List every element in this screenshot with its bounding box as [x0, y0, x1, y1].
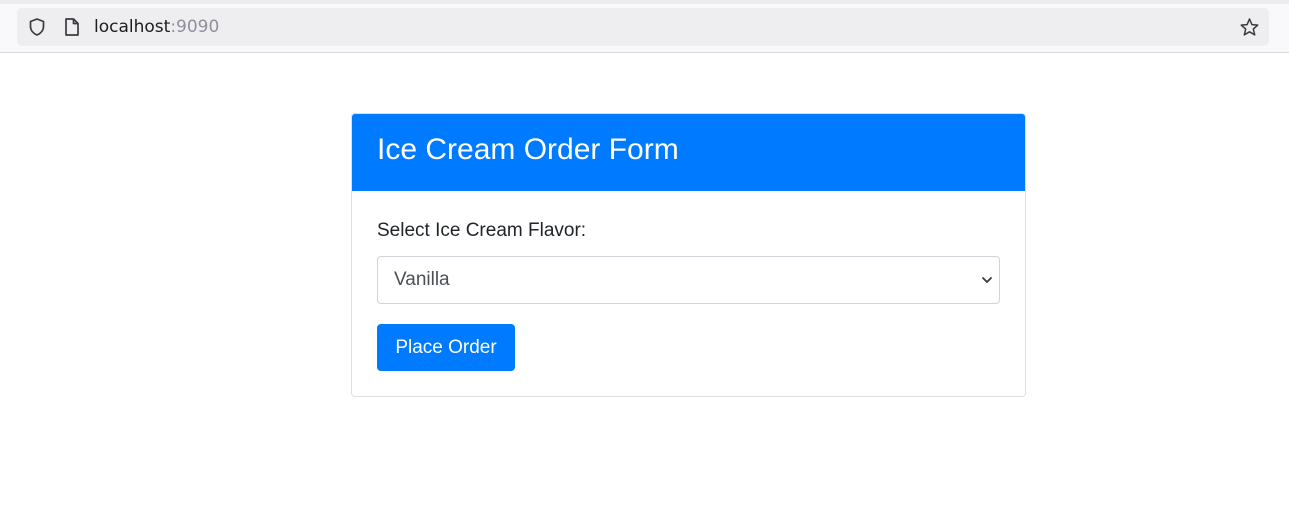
url-text[interactable]: localhost:9090 — [94, 17, 219, 37]
shield-icon[interactable] — [27, 17, 47, 37]
place-order-button[interactable]: Place Order — [377, 324, 515, 371]
flavor-select-value: Vanilla — [394, 269, 450, 290]
url-host: localhost — [94, 17, 171, 37]
chevron-down-icon — [982, 277, 992, 283]
star-icon[interactable] — [1239, 17, 1260, 38]
url-port: :9090 — [170, 17, 220, 37]
tab-strip-edge — [0, 0, 1289, 4]
browser-toolbar: localhost:9090 — [0, 0, 1289, 53]
flavor-label: Select Ice Cream Flavor: — [377, 220, 587, 241]
flavor-select[interactable]: Vanilla — [377, 256, 1000, 304]
order-form-card: Ice Cream Order Form Select Ice Cream Fl… — [351, 113, 1026, 397]
page-title: Ice Cream Order Form — [377, 133, 679, 166]
page-icon — [65, 18, 79, 36]
card-header: Ice Cream Order Form — [352, 114, 1025, 191]
